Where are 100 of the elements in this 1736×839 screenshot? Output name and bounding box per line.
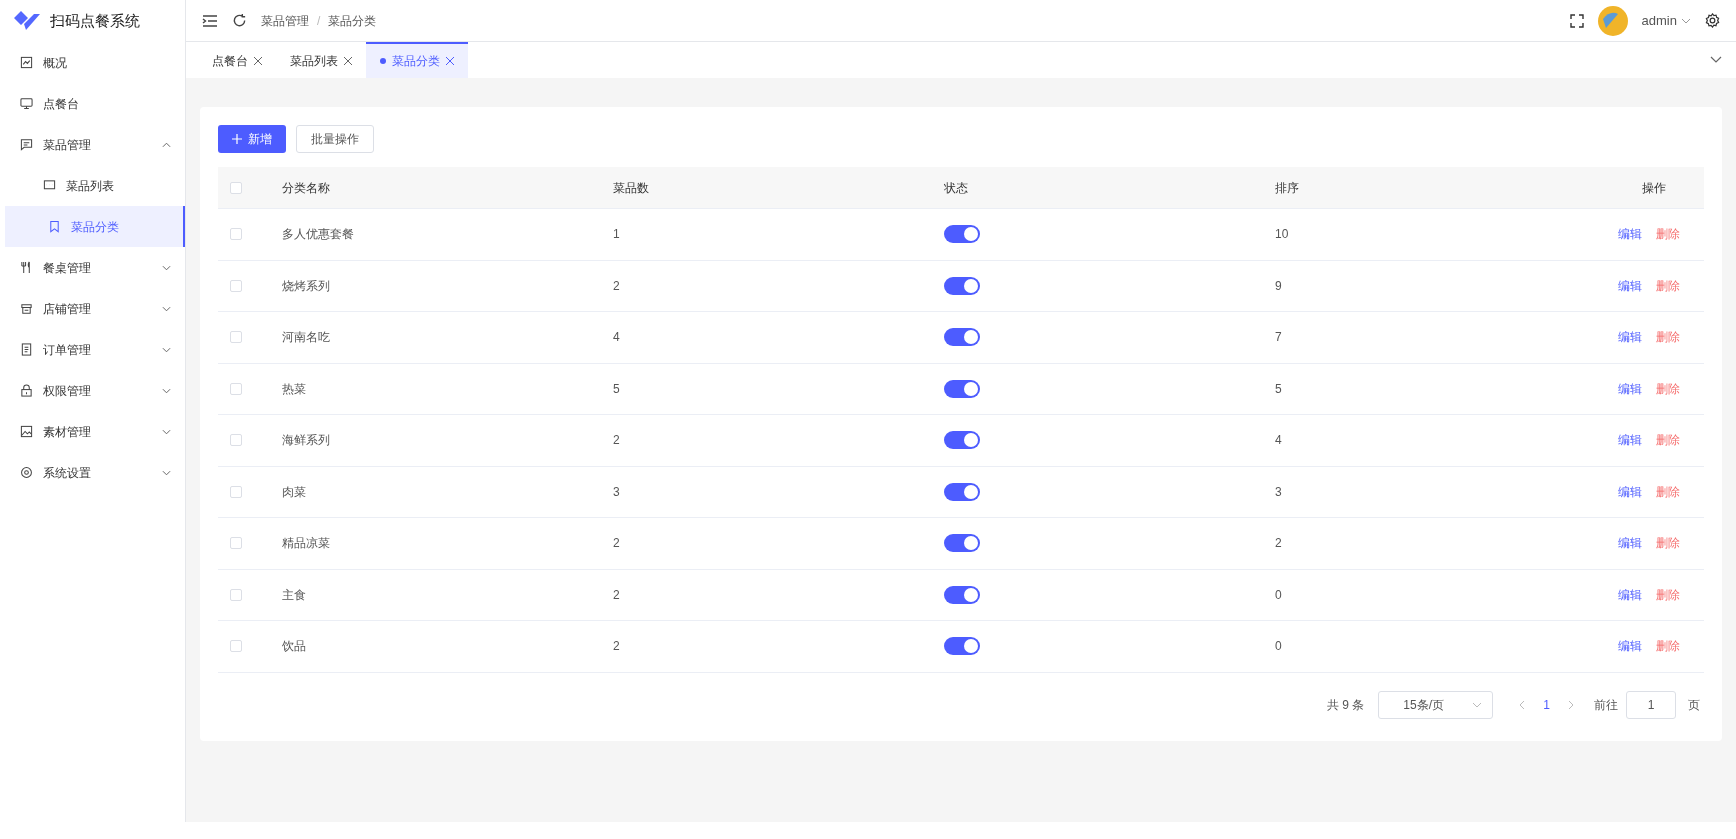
refresh-icon[interactable] (232, 13, 247, 28)
batch-button[interactable]: 批量操作 (296, 125, 374, 153)
sidebar-item[interactable]: 菜品管理 (0, 124, 185, 165)
menu-icon[interactable] (202, 13, 218, 28)
document-icon (20, 343, 33, 356)
delete-link[interactable]: 删除 (1656, 585, 1680, 604)
edit-link[interactable]: 编辑 (1618, 225, 1642, 244)
toggle-switch[interactable] (944, 276, 980, 295)
checkbox[interactable] (230, 279, 242, 292)
close-icon[interactable] (254, 57, 262, 65)
edit-link[interactable]: 编辑 (1618, 328, 1642, 347)
table-cell-text: 烧烤系列 (282, 277, 331, 295)
chevron-down-icon (162, 346, 171, 353)
checkbox[interactable] (230, 434, 242, 447)
tab[interactable]: 点餐台 (198, 42, 276, 78)
chevron-down-icon (162, 387, 171, 394)
column-header: 排序 (1275, 179, 1300, 197)
table-cell-text: 2 (613, 586, 621, 604)
toggle-switch[interactable] (944, 431, 980, 450)
toggle-switch[interactable] (944, 534, 980, 553)
table-cell-text: 饮品 (282, 638, 307, 656)
table-cell-text: 2 (613, 638, 621, 656)
checkbox[interactable] (230, 485, 242, 498)
chevron-down-icon (162, 305, 171, 312)
edit-link[interactable]: 编辑 (1618, 379, 1642, 398)
delete-link[interactable]: 删除 (1656, 276, 1680, 295)
delete-link[interactable]: 删除 (1656, 225, 1680, 244)
shop-icon (20, 302, 33, 315)
settings-icon[interactable] (1705, 13, 1720, 28)
edit-link[interactable]: 编辑 (1618, 482, 1642, 501)
delete-link[interactable]: 删除 (1656, 534, 1680, 553)
table-cell-text: 10 (1275, 226, 1290, 244)
close-icon[interactable] (446, 57, 454, 65)
sidebar-item[interactable]: 素材管理 (0, 411, 185, 452)
user-menu[interactable]: admin (1641, 10, 1691, 31)
tab[interactable]: 菜品分类 (366, 42, 468, 78)
table-cell-text: 主食 (282, 586, 307, 604)
page-number[interactable]: 1 (1543, 695, 1550, 714)
toggle-switch[interactable] (944, 637, 980, 656)
edit-link[interactable]: 编辑 (1618, 637, 1642, 656)
toggle-switch[interactable] (944, 328, 980, 347)
sidebar-item[interactable]: 系统设置 (0, 452, 185, 493)
toggle-switch[interactable] (944, 225, 980, 244)
sidebar-item[interactable]: 点餐台 (0, 83, 185, 124)
checkbox[interactable] (230, 181, 242, 194)
table-cell-text: 2 (613, 432, 621, 450)
toggle-switch[interactable] (944, 585, 980, 604)
sidebar-item[interactable]: 餐桌管理 (0, 247, 185, 288)
table-cell-text: 3 (1275, 483, 1283, 501)
table-cell-text: 多人优惠套餐 (282, 226, 355, 244)
table-cell-text: 4 (1275, 432, 1283, 450)
table-cell-text: 精品凉菜 (282, 535, 331, 553)
chevron-down-icon (162, 264, 171, 271)
edit-link[interactable]: 编辑 (1618, 276, 1642, 295)
sidebar-item[interactable]: 菜品分类 (5, 206, 185, 247)
checkbox[interactable] (230, 537, 242, 550)
toggle-switch[interactable] (944, 379, 980, 398)
table-cell-text: 肉菜 (282, 483, 307, 501)
chevron-down-icon (162, 428, 171, 435)
column-header: 操作 (1642, 179, 1667, 197)
chart-icon (20, 56, 33, 69)
add-button[interactable]: 新增 (218, 125, 286, 153)
checkbox[interactable] (230, 382, 242, 395)
sidebar-item[interactable]: 概况 (0, 42, 185, 83)
chevron-down-icon[interactable] (1710, 56, 1722, 64)
table-cell-text: 5 (1275, 380, 1283, 398)
breadcrumb-item[interactable]: 菜品分类 (328, 11, 377, 30)
logo-icon (12, 10, 42, 32)
table-cell-text: 5 (613, 380, 621, 398)
delete-link[interactable]: 删除 (1656, 482, 1680, 501)
goto-label: 前往 (1594, 696, 1618, 714)
checkbox[interactable] (230, 588, 242, 601)
sidebar-item[interactable]: 店铺管理 (0, 288, 185, 329)
table-cell-text: 9 (1275, 277, 1283, 295)
table-cell-text: 7 (1275, 329, 1283, 347)
table-cell-text: 2 (613, 277, 621, 295)
fullscreen-icon[interactable] (1569, 13, 1584, 28)
delete-link[interactable]: 删除 (1656, 637, 1680, 656)
table-cell-text: 3 (613, 483, 621, 501)
edit-link[interactable]: 编辑 (1618, 534, 1642, 553)
checkbox[interactable] (230, 331, 242, 344)
table-cell-text: 河南名吃 (282, 329, 331, 347)
close-icon[interactable] (344, 57, 352, 65)
avatar-icon[interactable] (1597, 5, 1628, 36)
delete-link[interactable]: 删除 (1656, 379, 1680, 398)
sidebar-item[interactable]: 菜品列表 (0, 165, 185, 206)
tab[interactable]: 菜品列表 (276, 42, 366, 78)
checkbox[interactable] (230, 228, 242, 241)
edit-link[interactable]: 编辑 (1618, 585, 1642, 604)
page-input[interactable]: 1 (1626, 690, 1676, 719)
checkbox[interactable] (230, 640, 242, 653)
toggle-switch[interactable] (944, 482, 980, 501)
breadcrumb-item[interactable]: 菜品管理 (261, 11, 309, 30)
page-size-select[interactable]: 15条/页 (1378, 690, 1494, 719)
delete-link[interactable]: 删除 (1656, 431, 1680, 450)
delete-link[interactable]: 删除 (1656, 328, 1680, 347)
total-count: 共 9 条 (1326, 696, 1365, 714)
sidebar-item[interactable]: 权限管理 (0, 370, 185, 411)
sidebar-item[interactable]: 订单管理 (0, 329, 185, 370)
edit-link[interactable]: 编辑 (1618, 431, 1642, 450)
